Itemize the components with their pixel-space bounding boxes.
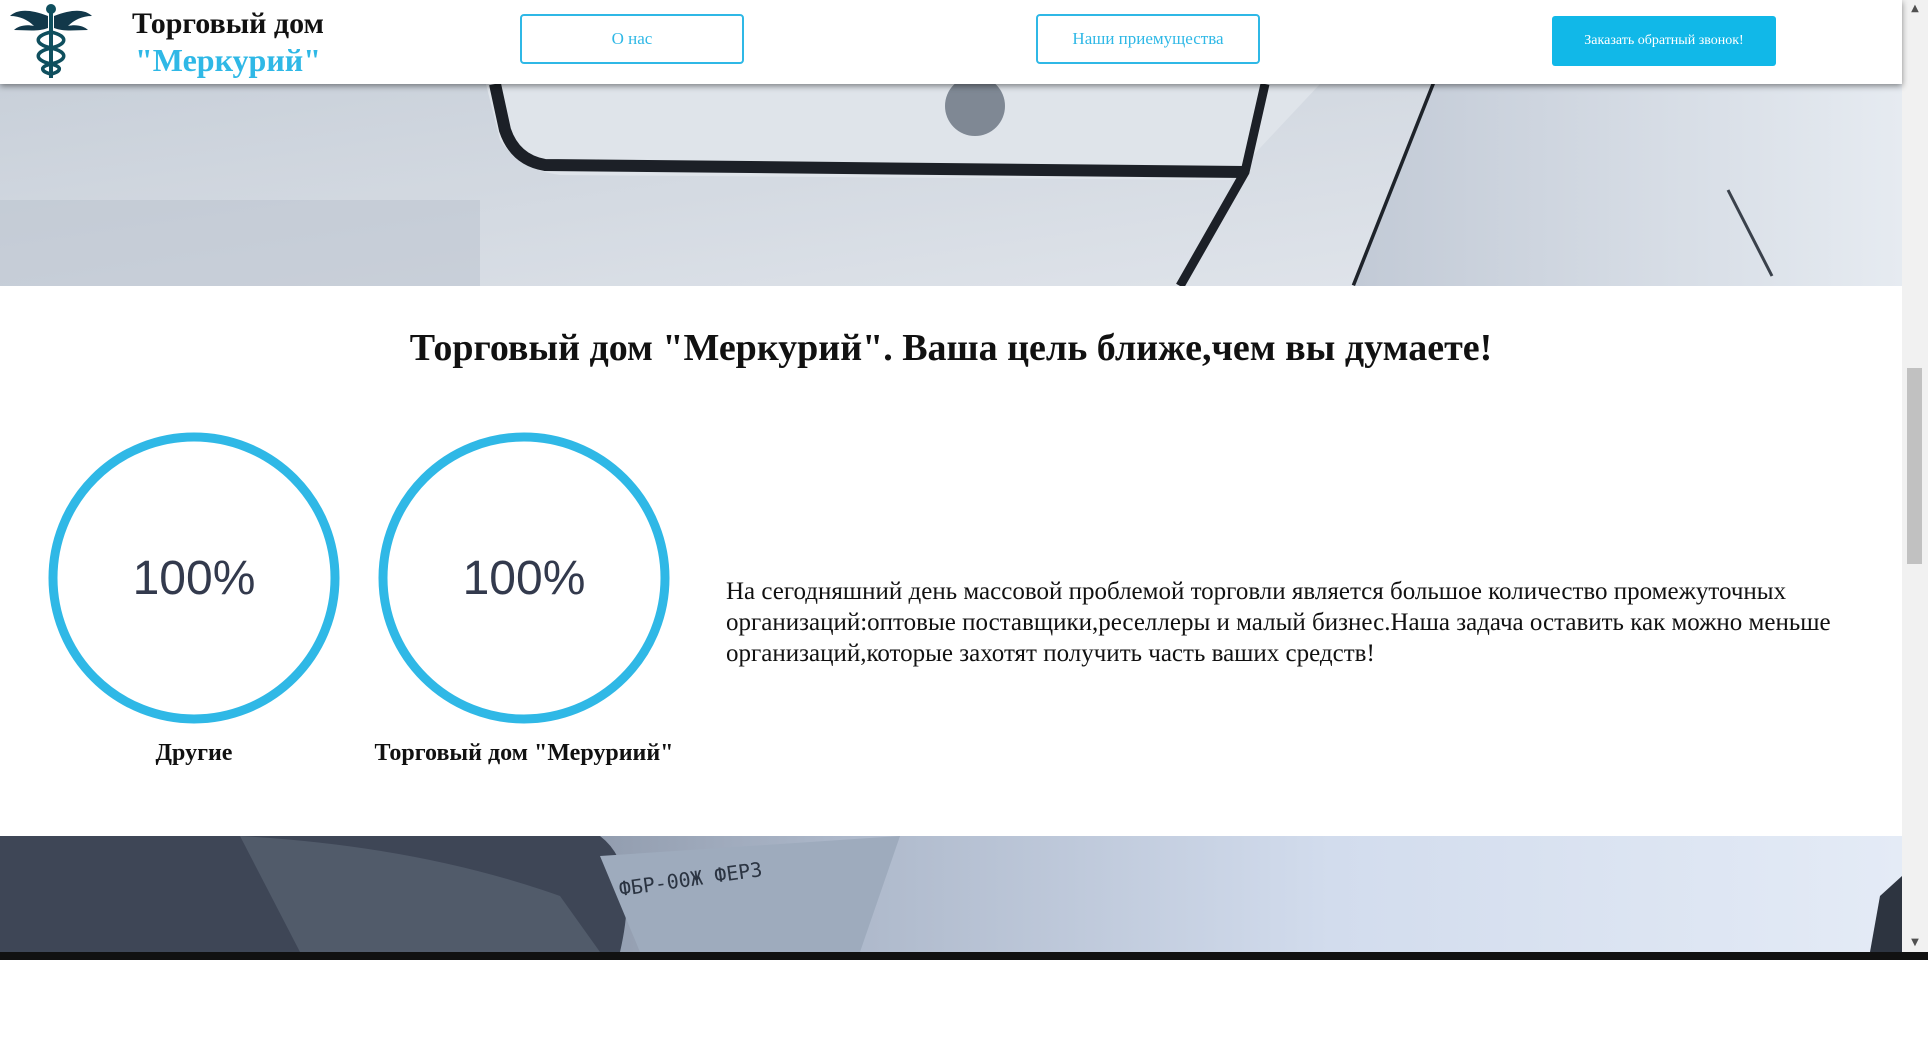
advantages-button[interactable]: Наши приемущества [1036, 14, 1260, 64]
callback-request-button[interactable]: Заказать обратный звонок! [1552, 16, 1776, 66]
brand-line-2: "Меркурий" [135, 42, 321, 78]
stat-value: 100% [132, 551, 256, 605]
scroll-up-arrow-icon[interactable]: ▲ [1902, 0, 1928, 18]
page-headline: Торговый дом "Меркурий". Ваша цель ближе… [409, 327, 1493, 369]
progress-circle-mercury: 100% [376, 430, 672, 726]
stat-label: Торговый дом "Меруриий" [374, 740, 674, 766]
stat-value: 100% [462, 551, 586, 605]
progress-circle-others: 100% [46, 430, 342, 726]
video-controls-strip [0, 952, 1928, 960]
stat-label: Другие [155, 740, 233, 766]
intro-paragraph: На сегодняшний день массовой проблемой т… [726, 578, 1831, 667]
scroll-thumb[interactable] [1907, 368, 1922, 564]
scroll-down-arrow-icon[interactable]: ▼ [1902, 934, 1928, 952]
site-header: Торговый дом "Меркурий" О нас Наши прием… [0, 0, 1902, 84]
brand-name[interactable]: Торговый дом "Меркурий" [112, 6, 344, 78]
brand-line-1: Торговый дом [132, 7, 324, 40]
page-scrollbar[interactable]: ▲ ▼ [1902, 0, 1928, 952]
section-background-image: ФБР-00Ж ФЕРЗ [0, 836, 1902, 952]
about-button[interactable]: О нас [520, 14, 744, 64]
caduceus-icon[interactable] [8, 2, 94, 80]
